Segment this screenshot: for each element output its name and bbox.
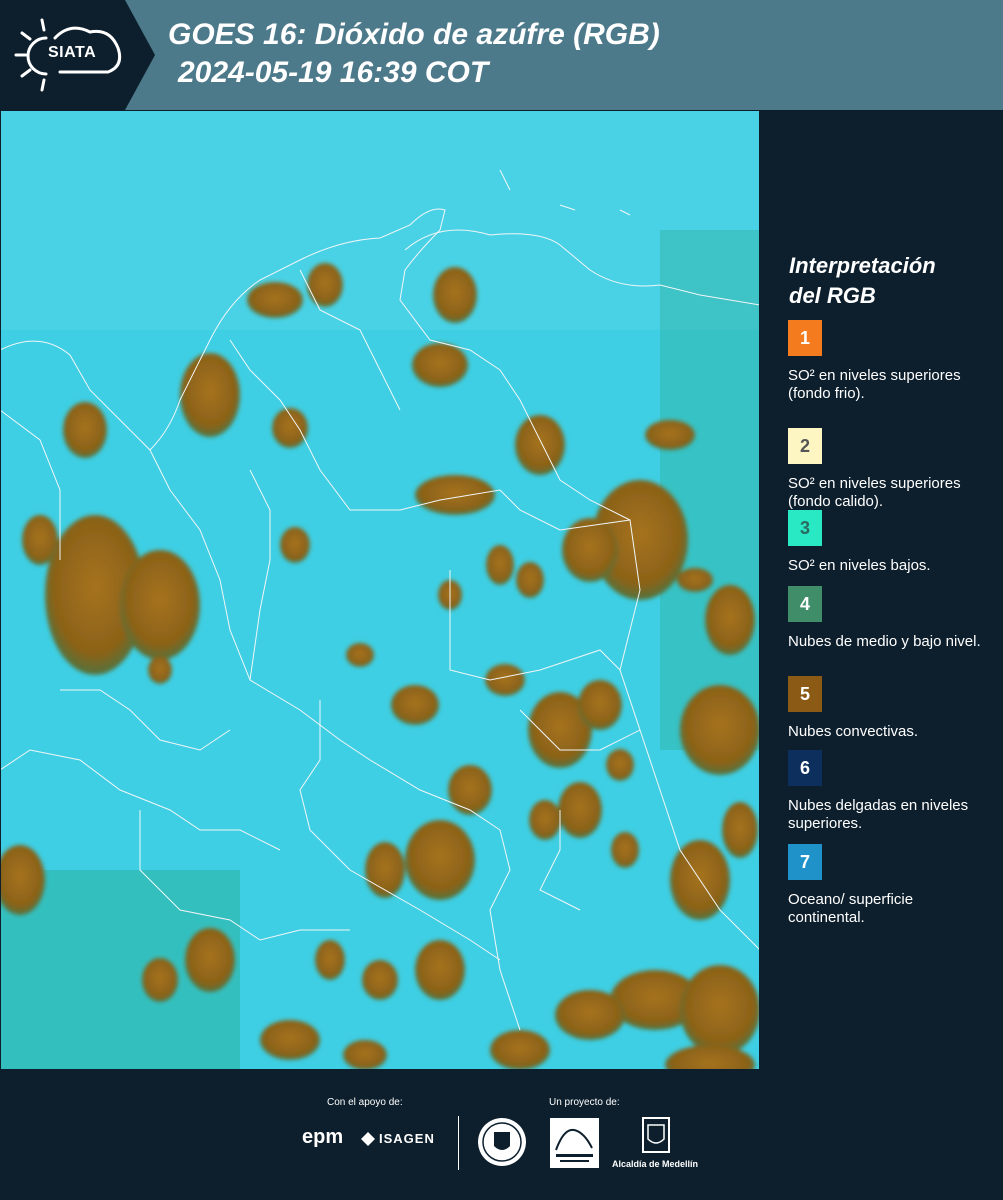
legend-swatch: 4 (788, 586, 822, 622)
legend-label: SO² en niveles superiores (fondo calido)… (788, 475, 961, 510)
page-title: GOES 16: Dióxido de azúfre (RGB) (168, 18, 660, 51)
header-bar: SIATA GOES 16: Dióxido de azúfre (RGB) 2… (0, 0, 1003, 110)
map-canvas (0, 110, 760, 1070)
legend-swatch: 3 (788, 510, 822, 546)
legend-swatch: 6 (788, 750, 822, 786)
footer-divider (458, 1116, 459, 1170)
alcaldia-label: Alcaldía de Medellín (612, 1159, 699, 1169)
area-metropolitana-logo (550, 1118, 599, 1168)
legend-label: SO² en niveles superiores (fondo frio). (788, 367, 961, 402)
siata-logo: SIATA (0, 0, 155, 110)
legend-swatch: 1 (788, 320, 822, 356)
support-label: Con el apoyo de: (327, 1097, 403, 1108)
legend-swatch: 2 (788, 428, 822, 464)
isagen-icon (361, 1131, 375, 1146)
alcaldia-shield-icon (642, 1117, 670, 1153)
epm-logo: epm (302, 1126, 344, 1148)
project-label: Un proyecto de: (549, 1097, 620, 1108)
legend-item-3: 3 SO² en niveles bajos. (788, 510, 993, 575)
satellite-map (0, 110, 760, 1070)
page-timestamp: 2024-05-19 16:39 COT (178, 56, 489, 89)
legend-title: Interpretación del RGB (789, 253, 936, 308)
legend-panel: Interpretación del RGB 1 SO² en niveles s… (760, 110, 1003, 1070)
legend-item-7: 7 Oceano/ superficie continental. (788, 844, 993, 927)
legend-swatch: 5 (788, 676, 822, 712)
footer-bar: Con el apoyo de: Un proyecto de: epm ISA… (0, 1070, 1003, 1200)
legend-item-2: 2 SO² en niveles superiores (fondo calido… (788, 428, 993, 511)
legend-label: Nubes delgadas en niveles superiores. (788, 797, 969, 832)
legend-swatch: 7 (788, 844, 822, 880)
legend-label: Oceano/ superficie continental. (788, 891, 914, 926)
isagen-logo: ISAGEN (361, 1131, 435, 1146)
legend-label: Nubes convectivas. (788, 723, 919, 740)
legend-item-6: 6 Nubes delgadas en niveles superiores. (788, 750, 993, 833)
legend-item-5: 5 Nubes convectivas. (788, 676, 993, 741)
legend-item-1: 1 SO² en niveles superiores (fondo frio). (788, 320, 993, 403)
legend-label: SO² en niveles bajos. (788, 557, 931, 574)
area-logo-mark (555, 1128, 593, 1162)
legend-label: Nubes de medio y bajo nivel. (788, 633, 981, 650)
logo-text: SIATA (48, 44, 97, 61)
medellin-seal-icon (478, 1118, 526, 1166)
legend-item-4: 4 Nubes de medio y bajo nivel. (788, 586, 993, 651)
